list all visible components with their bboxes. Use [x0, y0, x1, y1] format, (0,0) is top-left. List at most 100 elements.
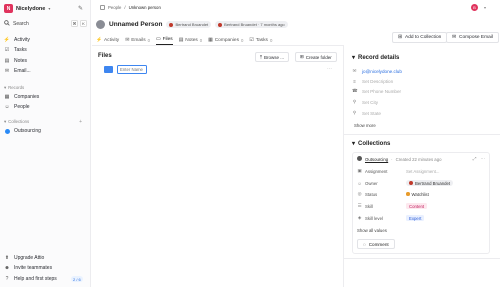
sidebar-item-label: Invite teammates: [14, 265, 53, 271]
email-field[interactable]: ✉ jo@nicelydone.club: [352, 67, 402, 75]
workspace-switcher[interactable]: N Nicelydone ▾: [4, 4, 50, 13]
show-more-link[interactable]: Show more: [354, 123, 376, 128]
tab-companies[interactable]: ▦ Companies 0: [208, 35, 243, 45]
collections-header[interactable]: ▾ Collections: [352, 140, 390, 148]
attribute-value: Set Assignment...: [406, 168, 440, 174]
create-folder-button[interactable]: ⊞ Create folder: [295, 52, 337, 62]
more-icon[interactable]: ⋯: [481, 156, 486, 162]
sidebar-item-upgrade[interactable]: ⬆ Upgrade Attio: [4, 254, 44, 262]
records-section-header[interactable]: ▾ Records: [4, 84, 87, 91]
tab-files[interactable]: ▭ Files: [156, 35, 173, 45]
breadcrumb-current: Unknown person: [128, 5, 161, 10]
tab-emails[interactable]: ✉ Emails 0: [125, 35, 150, 45]
more-icon[interactable]: ⋯: [327, 66, 332, 72]
compose-icon[interactable]: ✎: [78, 5, 83, 12]
tab-activity[interactable]: ⚡ Activity: [96, 35, 119, 45]
attribute-skill[interactable]: ☰ Skill Content: [357, 202, 487, 210]
attribute-label: Owner: [365, 180, 378, 186]
tab-count: 0: [240, 37, 244, 43]
attribute-owner[interactable]: ☺ Owner Bertrand Bruandet: [357, 179, 487, 187]
sidebar-item-label: Tasks: [14, 47, 27, 53]
separator: ·: [391, 156, 393, 162]
invite-icon: ☻: [4, 265, 10, 271]
state-field[interactable]: ⚲ Set State: [352, 109, 381, 117]
workspace-name: Nicelydone: [16, 5, 46, 12]
divider: [92, 45, 343, 46]
comment-button[interactable]: ◌ Comment: [357, 239, 395, 249]
user-avatar-dot: [218, 22, 223, 27]
skill-level-icon: ◈: [357, 215, 362, 220]
sidebar-item-tasks[interactable]: ☑ Tasks: [4, 46, 27, 54]
avatar[interactable]: B: [471, 4, 478, 11]
section-title: Collections: [8, 119, 30, 124]
collection-name[interactable]: Outsourcing: [365, 157, 388, 162]
collections-section-header[interactable]: ▾ Collections +: [4, 118, 87, 125]
skill-icon: ☰: [357, 203, 362, 208]
upgrade-icon: ⬆: [4, 255, 10, 261]
email-value[interactable]: jo@nicelydone.club: [362, 69, 402, 74]
sidebar-item-outsourcing[interactable]: Outsourcing: [4, 127, 41, 135]
attribute-label: Skill level: [365, 215, 383, 221]
shortcut-key-cmd: ⌘: [71, 20, 78, 27]
search-button[interactable]: Search ⌘ K: [4, 19, 87, 28]
collection-card-actions: ⤢ ⋯: [473, 156, 485, 162]
sidebar-item-label: Notes: [14, 58, 28, 64]
tab-tasks[interactable]: ☑ Tasks 0: [249, 35, 272, 45]
collection-icon: [4, 128, 10, 134]
files-title: Files: [98, 53, 112, 59]
help-icon: ?: [5, 276, 9, 282]
sidebar-item-invite[interactable]: ☻ Invite teammates: [4, 264, 52, 272]
breadcrumb-root[interactable]: People: [108, 5, 121, 10]
sidebar-item-activity[interactable]: ⚡ Activity: [4, 36, 30, 44]
button-label: Browse ...: [264, 54, 285, 60]
chevron-down-icon: ▾: [352, 55, 356, 61]
add-collection-icon[interactable]: +: [79, 119, 82, 125]
description-icon: ≡: [353, 78, 356, 84]
collection-icon: [357, 156, 362, 162]
chevron-down-icon[interactable]: ▾: [484, 5, 486, 10]
sidebar-item-people[interactable]: ☺ People: [4, 103, 30, 111]
record-details-header[interactable]: ▾ Record details: [352, 54, 399, 62]
owner-chip[interactable]: Bertrand Bruandet: [166, 21, 212, 28]
tab-count: 0: [199, 37, 203, 43]
record-header: Unnamed Person Bertrand Bruandet Bertran…: [96, 19, 288, 30]
description-field[interactable]: ≡ Set Description: [352, 77, 393, 85]
attribute-assignment[interactable]: ▣ Assignment Set Assignment...: [357, 167, 487, 175]
assignment-icon: ▣: [357, 168, 362, 173]
sidebar-item-email[interactable]: ✉ Email...: [4, 67, 31, 75]
folder-name-input[interactable]: [117, 65, 147, 74]
user-avatar-dot: [409, 181, 413, 185]
add-to-collection-button[interactable]: ⊞ Add to Collection: [392, 32, 448, 43]
section-title: Records: [8, 85, 25, 90]
sidebar-item-label: People: [14, 104, 30, 110]
collection-card-header: Outsourcing · Created 22 minutes ago: [357, 156, 441, 162]
sidebar-item-help[interactable]: ? Help and first steps: [4, 275, 57, 283]
compose-email-button[interactable]: ✉ Compose Email: [446, 32, 499, 43]
browse-button[interactable]: ⤒ Browse ...: [255, 52, 290, 62]
chevron-down-icon: ▾: [48, 6, 51, 11]
sidebar-item-label: Outsourcing: [14, 128, 41, 134]
attribute-skill-level[interactable]: ◈ Skill level Expert: [357, 214, 487, 222]
page-title[interactable]: Unnamed Person: [109, 21, 162, 28]
email-icon: ✉: [452, 35, 457, 40]
tab-count: 0: [147, 37, 151, 43]
expand-icon[interactable]: ⤢: [473, 156, 477, 162]
status-badge: Watchlist: [406, 192, 429, 197]
tab-notes[interactable]: ▤ Notes 0: [179, 35, 202, 45]
progress-badge: 2 / 6: [71, 276, 83, 282]
tasks-icon: ☑: [249, 37, 254, 43]
city-field[interactable]: ⚲ Set City: [352, 98, 378, 106]
record-avatar[interactable]: [96, 20, 105, 29]
location-icon: ⚲: [352, 110, 357, 115]
activity-icon: ⚡: [3, 37, 11, 43]
owner-chip-label: Bertrand Bruandet: [175, 22, 209, 27]
divider: [343, 134, 500, 135]
divider: [343, 258, 500, 259]
attribute-status[interactable]: ◎ Status Watchlist: [357, 190, 487, 198]
phone-field[interactable]: ☎ Set Phone Number: [352, 87, 401, 95]
show-all-values-link[interactable]: Show all values: [357, 228, 387, 233]
updated-chip-label: Bertrand Bruandet · 7 months ago: [224, 22, 285, 27]
skill-level-tag: Expert: [406, 214, 425, 222]
sidebar-item-notes[interactable]: ▤ Notes: [4, 57, 27, 65]
sidebar-item-companies[interactable]: ▦ Companies: [4, 93, 40, 101]
